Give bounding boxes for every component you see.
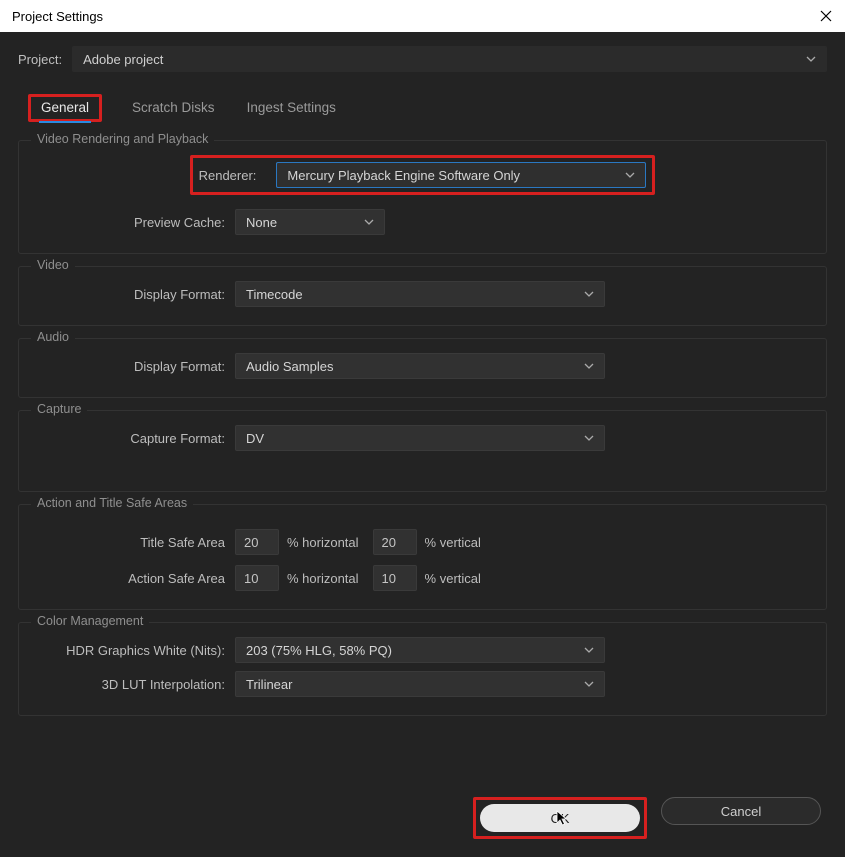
chevron-down-icon	[584, 289, 594, 299]
content-area: Project: Adobe project General Scratch D…	[0, 32, 845, 857]
renderer-value: Mercury Playback Engine Software Only	[287, 168, 520, 183]
tab-general[interactable]: General	[39, 94, 91, 121]
section-title: Action and Title Safe Areas	[31, 496, 193, 510]
hdr-white-label: HDR Graphics White (Nits):	[35, 643, 235, 658]
action-safe-h-input[interactable]: 10	[235, 565, 279, 591]
chevron-down-icon	[584, 361, 594, 371]
section-safe-areas: Action and Title Safe Areas Title Safe A…	[18, 504, 827, 610]
section-capture: Capture Capture Format: DV	[18, 410, 827, 492]
lut-interpolation-select[interactable]: Trilinear	[235, 671, 605, 697]
pct-horizontal-label: % horizontal	[279, 535, 373, 550]
audio-display-format-label: Display Format:	[35, 359, 235, 374]
preview-cache-value: None	[246, 215, 277, 230]
highlight-box-renderer: Renderer: Mercury Playback Engine Softwa…	[190, 155, 656, 195]
title-safe-v-input[interactable]: 20	[373, 529, 417, 555]
chevron-down-icon	[625, 170, 635, 180]
chevron-down-icon	[584, 645, 594, 655]
section-video: Video Display Format: Timecode	[18, 266, 827, 326]
title-safe-label: Title Safe Area	[35, 535, 235, 550]
section-video-rendering: Video Rendering and Playback Renderer: M…	[18, 140, 827, 254]
project-row: Project: Adobe project	[18, 46, 827, 72]
pct-vertical-label: % vertical	[417, 535, 495, 550]
project-value: Adobe project	[83, 52, 163, 67]
pct-vertical-label: % vertical	[417, 571, 495, 586]
ok-button[interactable]: OK	[480, 804, 640, 832]
lut-interpolation-value: Trilinear	[246, 677, 292, 692]
section-title: Video	[31, 258, 75, 272]
action-safe-v-input[interactable]: 10	[373, 565, 417, 591]
section-color-management: Color Management HDR Graphics White (Nit…	[18, 622, 827, 716]
chevron-down-icon	[806, 54, 816, 64]
section-audio: Audio Display Format: Audio Samples	[18, 338, 827, 398]
tab-ingest-settings[interactable]: Ingest Settings	[245, 94, 338, 122]
capture-format-label: Capture Format:	[35, 431, 235, 446]
renderer-select[interactable]: Mercury Playback Engine Software Only	[276, 162, 646, 188]
action-safe-label: Action Safe Area	[35, 571, 235, 586]
section-title: Video Rendering and Playback	[31, 132, 214, 146]
close-icon[interactable]	[819, 9, 833, 23]
chevron-down-icon	[364, 217, 374, 227]
preview-cache-select[interactable]: None	[235, 209, 385, 235]
titlebar: Project Settings	[0, 0, 845, 32]
cancel-button[interactable]: Cancel	[661, 797, 821, 825]
project-settings-window: Project Settings Project: Adobe project …	[0, 0, 845, 857]
chevron-down-icon	[584, 679, 594, 689]
capture-format-value: DV	[246, 431, 264, 446]
audio-display-format-value: Audio Samples	[246, 359, 333, 374]
project-select[interactable]: Adobe project	[72, 46, 827, 72]
section-title: Audio	[31, 330, 75, 344]
preview-cache-label: Preview Cache:	[35, 215, 235, 230]
section-title: Color Management	[31, 614, 149, 628]
title-safe-h-input[interactable]: 20	[235, 529, 279, 555]
project-label: Project:	[18, 52, 62, 67]
section-title: Capture	[31, 402, 87, 416]
tabs: General Scratch Disks Ingest Settings	[18, 94, 827, 122]
highlight-box-general-tab: General	[28, 94, 102, 122]
highlight-box-ok: OK	[473, 797, 647, 839]
audio-display-format-select[interactable]: Audio Samples	[235, 353, 605, 379]
hdr-white-select[interactable]: 203 (75% HLG, 58% PQ)	[235, 637, 605, 663]
lut-interpolation-label: 3D LUT Interpolation:	[35, 677, 235, 692]
video-display-format-select[interactable]: Timecode	[235, 281, 605, 307]
footer: OK Cancel	[18, 779, 827, 845]
renderer-label: Renderer:	[199, 168, 267, 183]
window-title: Project Settings	[12, 9, 103, 24]
chevron-down-icon	[584, 433, 594, 443]
video-display-format-value: Timecode	[246, 287, 303, 302]
pct-horizontal-label: % horizontal	[279, 571, 373, 586]
video-display-format-label: Display Format:	[35, 287, 235, 302]
hdr-white-value: 203 (75% HLG, 58% PQ)	[246, 643, 392, 658]
capture-format-select[interactable]: DV	[235, 425, 605, 451]
tab-scratch-disks[interactable]: Scratch Disks	[130, 94, 217, 122]
